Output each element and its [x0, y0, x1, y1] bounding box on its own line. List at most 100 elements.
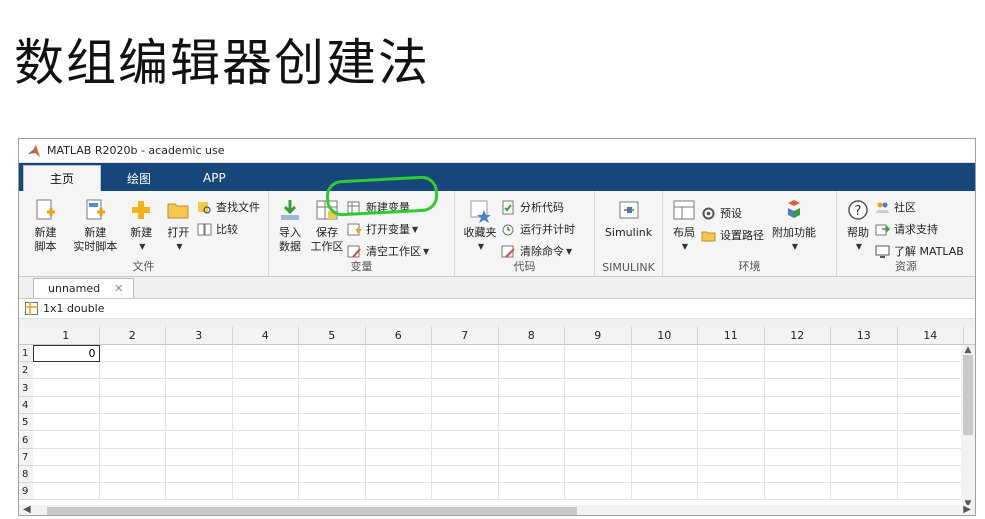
- community-button[interactable]: 社区: [875, 197, 968, 217]
- grid-cell[interactable]: [299, 362, 366, 380]
- grid-cell[interactable]: [764, 396, 831, 414]
- selected-cell[interactable]: 0: [33, 345, 100, 362]
- vertical-scroll-thumb[interactable]: [963, 355, 973, 435]
- column-header[interactable]: 9: [565, 327, 632, 345]
- grid-cell[interactable]: [99, 466, 166, 484]
- horizontal-scroll-thumb[interactable]: [47, 507, 577, 515]
- grid-cell[interactable]: [897, 396, 964, 414]
- grid-cell[interactable]: [166, 379, 233, 397]
- grid-cell[interactable]: [365, 345, 432, 362]
- row-header[interactable]: 4: [19, 396, 33, 414]
- grid-cell[interactable]: [897, 431, 964, 449]
- grid-cell[interactable]: [166, 362, 233, 380]
- grid-cell[interactable]: [764, 448, 831, 466]
- grid-cell[interactable]: [99, 483, 166, 501]
- grid-cell[interactable]: [565, 448, 632, 466]
- grid-cell[interactable]: [33, 431, 100, 449]
- column-header[interactable]: 4: [233, 327, 299, 345]
- set-path-button[interactable]: 设置路径: [701, 225, 768, 245]
- grid-cell[interactable]: [897, 379, 964, 397]
- vertical-scrollbar[interactable]: ▲ ▼: [961, 345, 975, 509]
- grid-cell[interactable]: [299, 414, 366, 432]
- column-header[interactable]: 10: [632, 327, 698, 345]
- grid-cell[interactable]: [498, 448, 565, 466]
- row-header[interactable]: 6: [19, 431, 33, 449]
- grid-cell[interactable]: [565, 431, 632, 449]
- grid-cell[interactable]: [698, 345, 765, 362]
- grid-cell[interactable]: [299, 379, 366, 397]
- grid-cell[interactable]: [365, 448, 432, 466]
- grid-cell[interactable]: [33, 466, 100, 484]
- grid-cell[interactable]: [498, 396, 565, 414]
- row-header[interactable]: 1: [19, 345, 33, 362]
- row-header[interactable]: 7: [19, 448, 33, 466]
- grid-cell[interactable]: [831, 483, 898, 501]
- grid-cell[interactable]: [831, 466, 898, 484]
- grid-cell[interactable]: [365, 483, 432, 501]
- grid-cell[interactable]: [33, 448, 100, 466]
- row-header[interactable]: 8: [19, 466, 33, 484]
- grid-cell[interactable]: [698, 431, 765, 449]
- row-header[interactable]: 9: [19, 483, 33, 501]
- grid-cell[interactable]: [299, 448, 366, 466]
- grid-cell[interactable]: [764, 379, 831, 397]
- grid-cell[interactable]: [565, 414, 632, 432]
- grid-cell[interactable]: [299, 483, 366, 501]
- grid-cell[interactable]: [299, 396, 366, 414]
- column-header[interactable]: 7: [432, 327, 499, 345]
- grid-cell[interactable]: [831, 345, 898, 362]
- grid-cell[interactable]: [565, 483, 632, 501]
- grid-cell[interactable]: [897, 466, 964, 484]
- grid-cell[interactable]: [365, 362, 432, 380]
- grid-cell[interactable]: [764, 483, 831, 501]
- grid-cell[interactable]: [897, 414, 964, 432]
- compare-button[interactable]: 比较: [197, 219, 264, 239]
- grid-cell[interactable]: [498, 414, 565, 432]
- column-header[interactable]: 11: [698, 327, 765, 345]
- grid-cell[interactable]: [432, 414, 499, 432]
- grid-cell[interactable]: [631, 448, 698, 466]
- grid-cell[interactable]: [897, 483, 964, 501]
- run-and-time-button[interactable]: 运行并计时: [501, 219, 579, 239]
- grid-cell[interactable]: [565, 362, 632, 380]
- grid-cell[interactable]: [33, 379, 100, 397]
- grid-cell[interactable]: [166, 414, 233, 432]
- column-header[interactable]: 3: [166, 327, 233, 345]
- grid-cell[interactable]: [498, 431, 565, 449]
- scroll-right-icon[interactable]: ▶: [963, 504, 971, 515]
- column-header[interactable]: 8: [499, 327, 565, 345]
- column-header[interactable]: 2: [100, 327, 166, 345]
- grid-cell[interactable]: [897, 345, 964, 362]
- request-support-button[interactable]: 请求支持: [875, 219, 968, 239]
- grid-cell[interactable]: [232, 345, 299, 362]
- grid-cell[interactable]: [498, 466, 565, 484]
- grid-cell[interactable]: [565, 396, 632, 414]
- grid-cell[interactable]: [33, 414, 100, 432]
- grid-cell[interactable]: [166, 345, 233, 362]
- row-header[interactable]: 3: [19, 379, 33, 397]
- grid-cell[interactable]: [232, 466, 299, 484]
- tab-home[interactable]: 主页: [23, 165, 102, 191]
- column-header[interactable]: 13: [831, 327, 898, 345]
- grid-cell[interactable]: [631, 362, 698, 380]
- scroll-left-icon[interactable]: ◀: [23, 504, 31, 515]
- horizontal-scrollbar[interactable]: ◀ ▶: [19, 504, 975, 515]
- grid-cell[interactable]: [565, 466, 632, 484]
- grid-cell[interactable]: [232, 431, 299, 449]
- column-header[interactable]: 14: [898, 327, 964, 345]
- grid-cell[interactable]: [232, 414, 299, 432]
- grid-cell[interactable]: [831, 362, 898, 380]
- grid-cell[interactable]: [232, 483, 299, 501]
- column-header[interactable]: 12: [765, 327, 831, 345]
- grid-cell[interactable]: [232, 396, 299, 414]
- tab-plots[interactable]: 绘图: [101, 165, 177, 191]
- grid-cell[interactable]: [631, 396, 698, 414]
- grid-cell[interactable]: [432, 362, 499, 380]
- grid-cell[interactable]: [432, 431, 499, 449]
- grid-cell[interactable]: [631, 431, 698, 449]
- grid-cell[interactable]: [764, 414, 831, 432]
- scroll-up-icon[interactable]: ▲: [961, 345, 975, 355]
- grid-cell[interactable]: [831, 431, 898, 449]
- grid-cell[interactable]: [232, 362, 299, 380]
- grid-cell[interactable]: [99, 431, 166, 449]
